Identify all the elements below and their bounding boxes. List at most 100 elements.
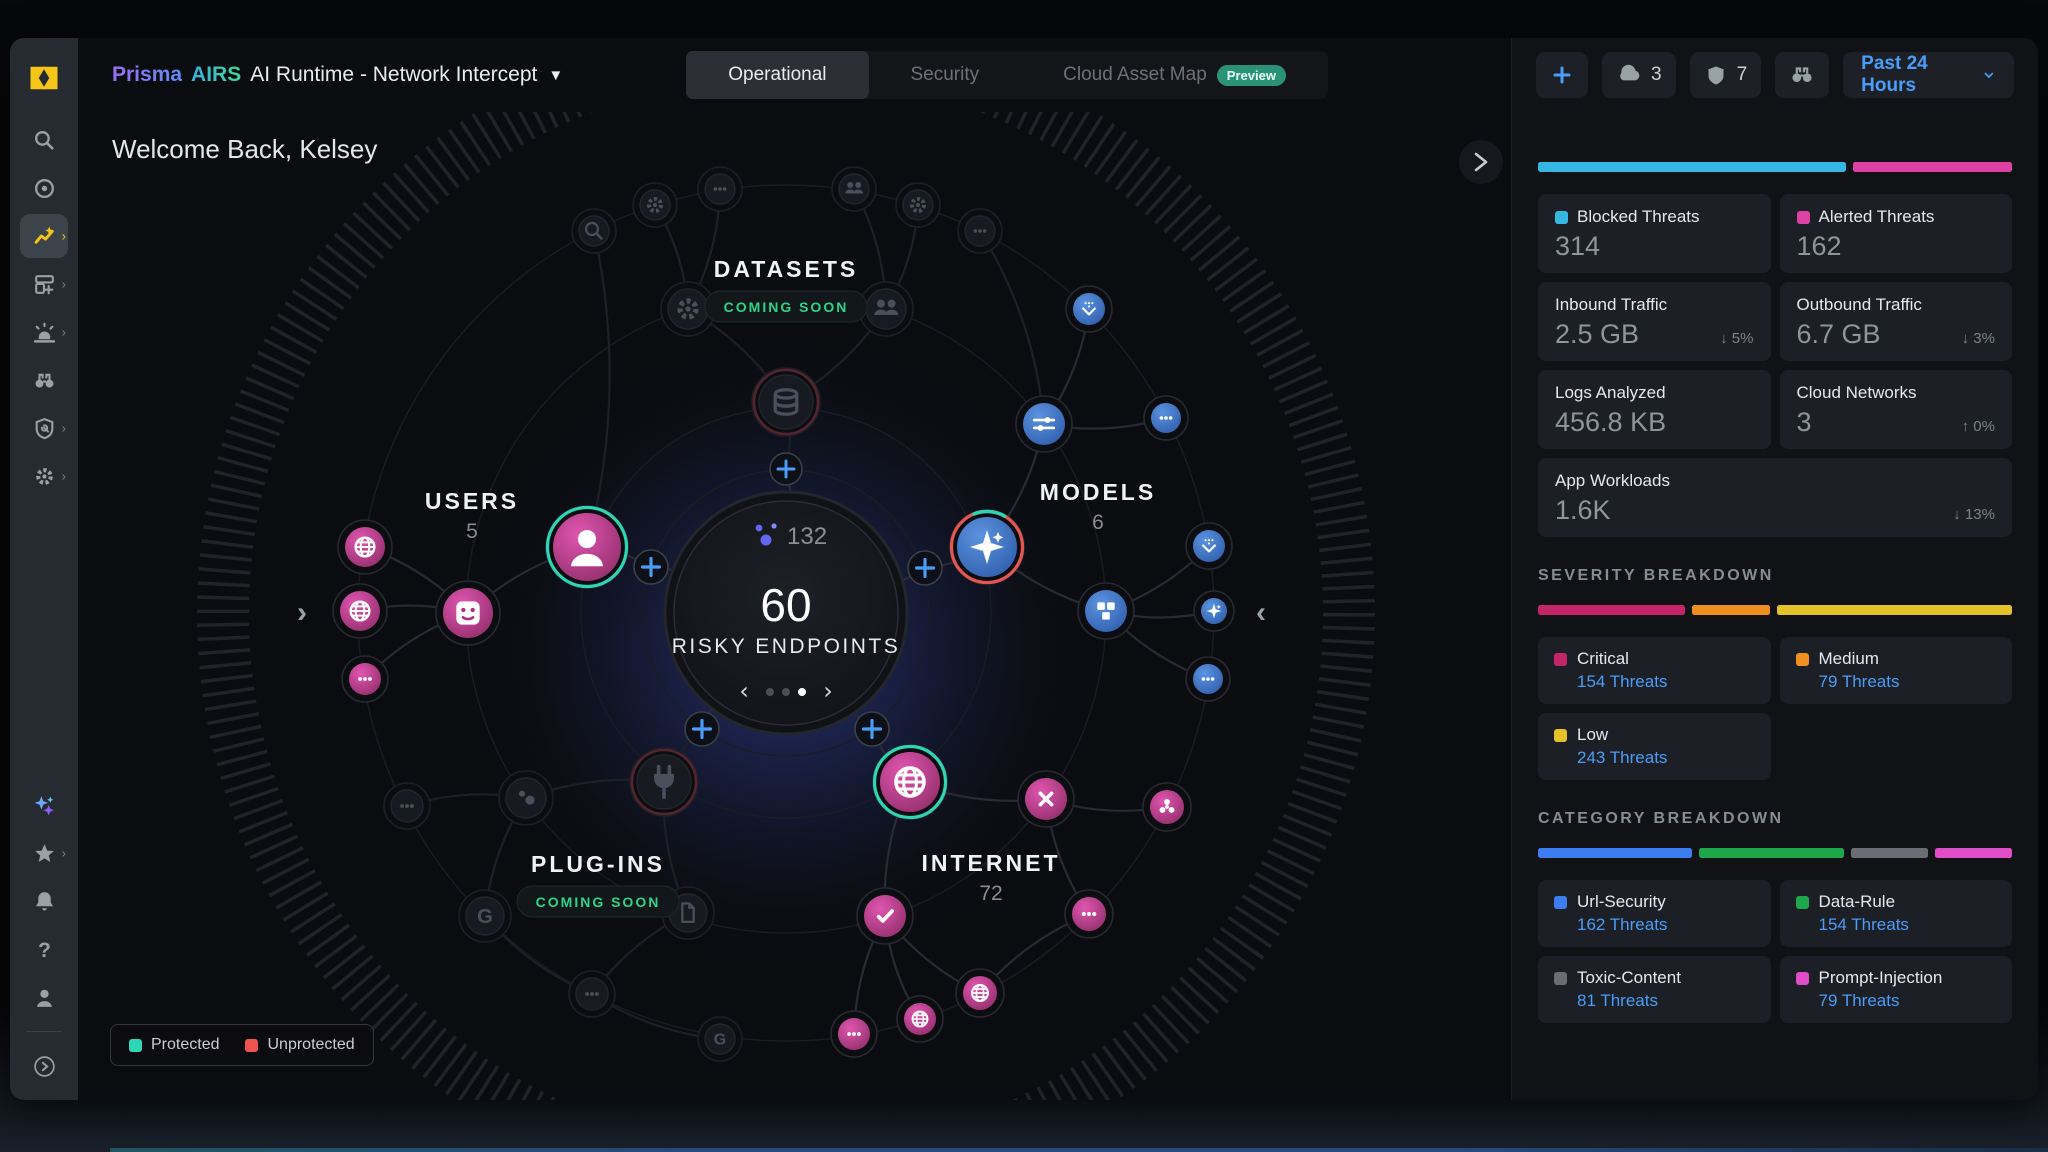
node-datasets-db[interactable] bbox=[752, 368, 820, 436]
category-threat-link[interactable]: 79 Threats bbox=[1819, 991, 1997, 1011]
node-plus-right[interactable] bbox=[908, 551, 942, 585]
collapse-panel-button[interactable] bbox=[1459, 140, 1503, 184]
protections-button[interactable]: 7 bbox=[1690, 52, 1762, 98]
sidebar-item-notifications[interactable] bbox=[20, 879, 68, 923]
stat-delta: ↓ 13% bbox=[1953, 506, 1995, 526]
sidebar-item-expand-sidebar[interactable] bbox=[20, 1044, 68, 1088]
sidebar-item-help[interactable]: ? bbox=[20, 927, 68, 971]
node-internet-x[interactable] bbox=[1018, 771, 1074, 827]
sidebar-item-profile[interactable] bbox=[20, 975, 68, 1019]
center-node[interactable]: 13260RISKY ENDPOINTS‹› bbox=[665, 492, 907, 734]
node-internet-globe2[interactable] bbox=[897, 996, 943, 1042]
sidebar-item-security-tools[interactable]: › bbox=[20, 406, 68, 450]
sidebar-item-discover[interactable] bbox=[20, 166, 68, 210]
header: Prisma AIRS AI Runtime - Network Interce… bbox=[78, 38, 1511, 112]
node-dim-n1[interactable] bbox=[572, 209, 616, 253]
node-users-globe1[interactable] bbox=[338, 520, 392, 574]
node-plugins-dots-node[interactable] bbox=[499, 771, 553, 825]
dots3-icon bbox=[1082, 912, 1097, 916]
stat-card-outbound-traffic[interactable]: Outbound Traffic6.7 GB↓ 3% bbox=[1780, 282, 2013, 361]
node-dim-n4[interactable] bbox=[832, 167, 876, 211]
stat-card-app-workloads[interactable]: App Workloads1.6K↓ 13% bbox=[1538, 458, 2012, 537]
tab-cloud-asset-map[interactable]: Cloud Asset MapPreview bbox=[1021, 51, 1328, 99]
stat-card-blocked-threats[interactable]: Blocked Threats314 bbox=[1538, 194, 1771, 273]
stat-label-row: Blocked Threats bbox=[1555, 207, 1754, 227]
node-models-boxes[interactable] bbox=[1078, 583, 1134, 639]
node-plus-br[interactable] bbox=[855, 712, 889, 746]
tab-security[interactable]: Security bbox=[869, 51, 1022, 99]
node-plugins-dots2[interactable] bbox=[569, 971, 615, 1017]
add-button[interactable] bbox=[1536, 52, 1588, 98]
sidebar-item-settings[interactable]: › bbox=[20, 454, 68, 498]
stat-card-alerted-threats[interactable]: Alerted Threats162 bbox=[1780, 194, 2013, 273]
stat-card-inbound-traffic[interactable]: Inbound Traffic2.5 GB↓ 5% bbox=[1538, 282, 1771, 361]
group-name: DATASETS bbox=[714, 256, 859, 282]
node-plugins-g[interactable]: G bbox=[459, 890, 511, 942]
cloud-networks-button[interactable]: 3 bbox=[1602, 52, 1676, 98]
node-models-book[interactable] bbox=[1186, 523, 1232, 569]
node-dim-n3[interactable] bbox=[698, 167, 742, 211]
node-users-main[interactable] bbox=[546, 506, 628, 588]
node-models-sparkle2[interactable] bbox=[1194, 591, 1234, 631]
node-dim-n6[interactable] bbox=[958, 209, 1002, 253]
category-name: Data-Rule bbox=[1819, 892, 1896, 912]
tab-operational[interactable]: Operational bbox=[686, 51, 868, 99]
target-icon bbox=[32, 176, 57, 201]
node-internet-check[interactable] bbox=[857, 888, 913, 944]
stat-card-cloud-networks[interactable]: Cloud Networks3↑ 0% bbox=[1780, 370, 2013, 449]
chevron-down-icon[interactable]: ▼ bbox=[548, 67, 563, 84]
graph-prev-arrow[interactable]: › bbox=[297, 596, 307, 629]
sidebar-item-monitor[interactable] bbox=[20, 358, 68, 402]
node-internet-dots-r[interactable] bbox=[1065, 890, 1113, 938]
sidebar-item-insights[interactable]: › bbox=[20, 214, 68, 258]
node-dim-n2[interactable] bbox=[633, 183, 677, 227]
carousel-dot[interactable] bbox=[782, 688, 790, 696]
header-actions: 3 7 Past 24 Hours bbox=[1512, 38, 2038, 112]
carousel-next-icon[interactable]: › bbox=[823, 677, 833, 705]
category-threat-link[interactable]: 154 Threats bbox=[1819, 915, 1997, 935]
severity-threat-link[interactable]: 79 Threats bbox=[1819, 672, 1997, 692]
node-dim-n5[interactable] bbox=[896, 183, 940, 227]
node-users-globe2[interactable] bbox=[333, 584, 387, 638]
node-plugins-plug[interactable] bbox=[630, 748, 698, 816]
severity-threat-link[interactable]: 243 Threats bbox=[1577, 748, 1755, 768]
severity-threat-link[interactable]: 154 Threats bbox=[1577, 672, 1755, 692]
node-plus-bl[interactable] bbox=[685, 712, 719, 746]
category-threat-link[interactable]: 162 Threats bbox=[1577, 915, 1755, 935]
category-threat-link[interactable]: 81 Threats bbox=[1577, 991, 1755, 1011]
category-bar bbox=[1538, 848, 2012, 858]
monitor-button[interactable] bbox=[1775, 52, 1829, 98]
carousel-dot[interactable] bbox=[766, 688, 774, 696]
node-plus-top[interactable] bbox=[770, 453, 802, 485]
node-internet-dots-b[interactable] bbox=[831, 1011, 877, 1057]
carousel-dot[interactable] bbox=[798, 688, 806, 696]
node-plugins-ellipsis[interactable] bbox=[384, 783, 430, 829]
sidebar-item-copilot[interactable] bbox=[20, 783, 68, 827]
app-title[interactable]: Prisma AIRS AI Runtime - Network Interce… bbox=[112, 63, 563, 87]
graph-next-arrow[interactable]: ‹ bbox=[1256, 596, 1266, 629]
node-plugins-g2[interactable]: G bbox=[698, 1017, 742, 1061]
node-models-dots-top[interactable] bbox=[1144, 396, 1188, 440]
time-range-select[interactable]: Past 24 Hours bbox=[1843, 52, 2014, 98]
stat-label-row: Alerted Threats bbox=[1797, 207, 1996, 227]
node-users-dots[interactable] bbox=[342, 656, 388, 702]
sidebar-item-workspace[interactable]: › bbox=[20, 262, 68, 306]
sparkles-icon bbox=[32, 793, 57, 818]
node-plus-left[interactable] bbox=[634, 550, 668, 584]
category-card-prompt-injection: Prompt-Injection79 Threats bbox=[1780, 956, 2013, 1023]
node-users-smiley[interactable] bbox=[436, 581, 500, 645]
node-internet-globe1[interactable] bbox=[956, 969, 1004, 1017]
node-models-main[interactable] bbox=[950, 510, 1024, 584]
node-models-sliders[interactable] bbox=[1016, 396, 1072, 452]
node-internet-main[interactable] bbox=[873, 745, 947, 819]
g-icon: G bbox=[477, 906, 493, 928]
carousel-prev-icon[interactable]: ‹ bbox=[739, 677, 749, 705]
sidebar-item-favorites[interactable]: › bbox=[20, 831, 68, 875]
sidebar-item-alerts[interactable]: › bbox=[20, 310, 68, 354]
stat-card-logs-analyzed[interactable]: Logs Analyzed456.8 KB bbox=[1538, 370, 1771, 449]
sidebar-item-search[interactable] bbox=[20, 118, 68, 162]
node-models-ingest[interactable] bbox=[1066, 286, 1112, 332]
node-models-dots-bot[interactable] bbox=[1186, 657, 1230, 701]
node-internet-bio[interactable] bbox=[1143, 783, 1191, 831]
g-icon: G bbox=[714, 1032, 726, 1049]
